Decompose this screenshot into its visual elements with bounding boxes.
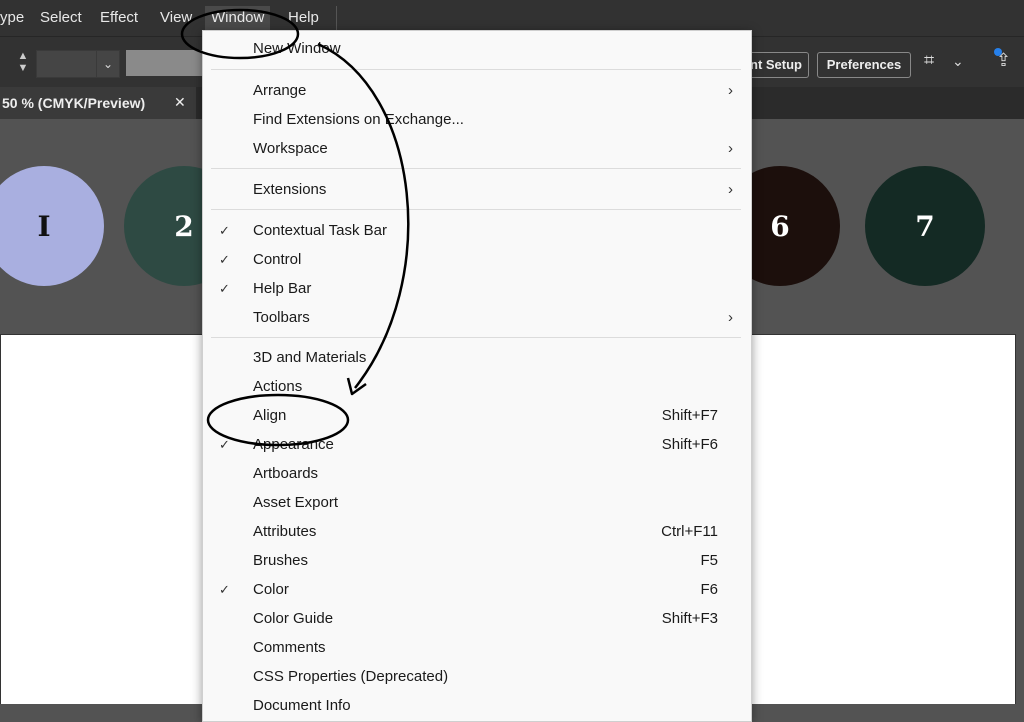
circle-label: 2 — [174, 209, 194, 243]
menu-item-color[interactable]: ✓ Color F6 — [203, 575, 751, 604]
arrange-icon[interactable]: ⌗ — [924, 50, 934, 71]
preferences-button[interactable]: Preferences — [817, 52, 911, 78]
menu-item-color-guide[interactable]: Color Guide Shift+F3 — [203, 604, 751, 633]
menu-item-artboards[interactable]: Artboards — [203, 459, 751, 488]
menu-item-label: Control — [253, 251, 302, 268]
menu-item-label: Workspace — [253, 140, 328, 157]
menu-item-align[interactable]: Align Shift+F7 — [203, 401, 751, 430]
menu-item-actions[interactable]: Actions — [203, 372, 751, 401]
menu-item-shortcut: F5 — [700, 552, 718, 569]
window-menu: New Window Arrange › Find Extensions on … — [202, 30, 752, 722]
close-icon[interactable]: ✕ — [174, 94, 186, 111]
menu-item-label: Comments — [253, 639, 326, 656]
menu-divider — [211, 209, 741, 210]
menu-item-arrange[interactable]: Arrange › — [203, 76, 751, 105]
menu-divider — [211, 168, 741, 169]
menu-item-label: Attributes — [253, 523, 317, 540]
menu-item-appearance[interactable]: ✓ Appearance Shift+F6 — [203, 430, 751, 459]
menu-item-label: Align — [253, 407, 287, 424]
menu-item-label: Color — [253, 581, 289, 598]
menu-item-asset-export[interactable]: Asset Export — [203, 488, 751, 517]
document-setup-button[interactable]: nt Setup — [744, 52, 809, 78]
menu-item-label: Arrange — [253, 82, 307, 99]
chevron-right-icon: › — [728, 309, 733, 326]
checkmark-icon: ✓ — [219, 252, 230, 267]
checkmark-icon: ✓ — [219, 437, 230, 452]
menu-item-label: Contextual Task Bar — [253, 222, 387, 239]
menu-divider — [211, 337, 741, 338]
chevron-right-icon: › — [728, 140, 733, 157]
menu-item-help-bar[interactable]: ✓ Help Bar — [203, 274, 751, 303]
menu-effect[interactable]: Effect — [100, 9, 138, 26]
stroke-stepper[interactable]: ▲ ▼ — [12, 50, 34, 78]
menu-item-comments[interactable]: Comments — [203, 633, 751, 662]
menu-item-control[interactable]: ✓ Control — [203, 245, 751, 274]
menu-item-3d-and-materials[interactable]: 3D and Materials — [203, 343, 751, 372]
menu-item-shortcut: Shift+F3 — [661, 610, 718, 627]
chevron-right-icon: › — [728, 181, 733, 198]
checkmark-icon: ✓ — [219, 281, 230, 296]
menu-item-label: New Window — [253, 40, 341, 57]
menu-item-css-properties[interactable]: CSS Properties (Deprecated) — [203, 662, 751, 691]
chevron-down-icon[interactable]: ⌄ — [96, 50, 120, 78]
menu-item-label: Extensions — [253, 181, 327, 198]
menu-item-new-window[interactable]: New Window — [203, 34, 751, 63]
menu-window[interactable]: Window — [205, 6, 271, 30]
menu-item-shortcut: F6 — [700, 581, 718, 598]
document-tab[interactable]: 50 % (CMYK/Preview) ✕ — [0, 87, 196, 119]
menu-item-label: Artboards — [253, 465, 319, 482]
share-icon[interactable]: ⇪ — [994, 48, 1011, 71]
menu-item-find-extensions[interactable]: Find Extensions on Exchange... — [203, 105, 751, 134]
menu-item-brushes[interactable]: Brushes F5 — [203, 546, 751, 575]
menu-item-extensions[interactable]: Extensions › — [203, 175, 751, 204]
menu-item-label: 3D and Materials — [253, 349, 367, 366]
menu-item-contextual-task-bar[interactable]: ✓ Contextual Task Bar — [203, 216, 751, 245]
menu-item-label: Color Guide — [253, 610, 334, 627]
menu-item-attributes[interactable]: Attributes Ctrl+F11 — [203, 517, 751, 546]
checkmark-icon: ✓ — [219, 582, 230, 597]
menu-item-label: Appearance — [253, 436, 334, 453]
menu-item-shortcut: Shift+F7 — [661, 407, 718, 424]
menu-item-label: Actions — [253, 378, 303, 395]
style-swatch[interactable] — [126, 50, 204, 76]
menu-item-label: Find Extensions on Exchange... — [253, 111, 464, 128]
menu-item-shortcut: Shift+F6 — [661, 436, 718, 453]
document-tab-title: 50 % (CMYK/Preview) — [2, 95, 146, 111]
stepper-down-icon[interactable]: ▼ — [12, 62, 34, 74]
menu-help[interactable]: Help — [288, 9, 319, 26]
notification-dot — [994, 48, 1002, 56]
stepper-up-icon[interactable]: ▲ — [12, 50, 34, 62]
chevron-down-icon[interactable]: ⌄ — [952, 53, 964, 70]
menu-item-workspace[interactable]: Workspace › — [203, 134, 751, 163]
menu-view[interactable]: View — [160, 9, 192, 26]
circle-label: 6 — [770, 209, 790, 243]
menu-item-label: Asset Export — [253, 494, 339, 511]
stroke-weight-field[interactable] — [36, 50, 98, 78]
menu-item-label: CSS Properties (Deprecated) — [253, 668, 449, 685]
menu-item-toolbars[interactable]: Toolbars › — [203, 303, 751, 332]
menu-item-document-info[interactable]: Document Info — [203, 691, 751, 720]
chevron-right-icon: › — [728, 82, 733, 99]
circle-label: I — [37, 209, 51, 243]
checkmark-icon: ✓ — [219, 223, 230, 238]
menu-separator — [336, 6, 337, 30]
menu-item-label: Help Bar — [253, 280, 312, 297]
circle-7: 7 — [865, 166, 985, 286]
menu-item-label: Document Info — [253, 697, 351, 714]
menu-divider — [211, 69, 741, 70]
menu-item-shortcut: Ctrl+F11 — [661, 523, 718, 540]
circle-label: 7 — [915, 209, 935, 243]
menu-type[interactable]: ype — [0, 9, 24, 26]
menu-item-label: Toolbars — [253, 309, 310, 326]
menu-item-label: Brushes — [253, 552, 309, 569]
menu-select[interactable]: Select — [40, 9, 82, 26]
